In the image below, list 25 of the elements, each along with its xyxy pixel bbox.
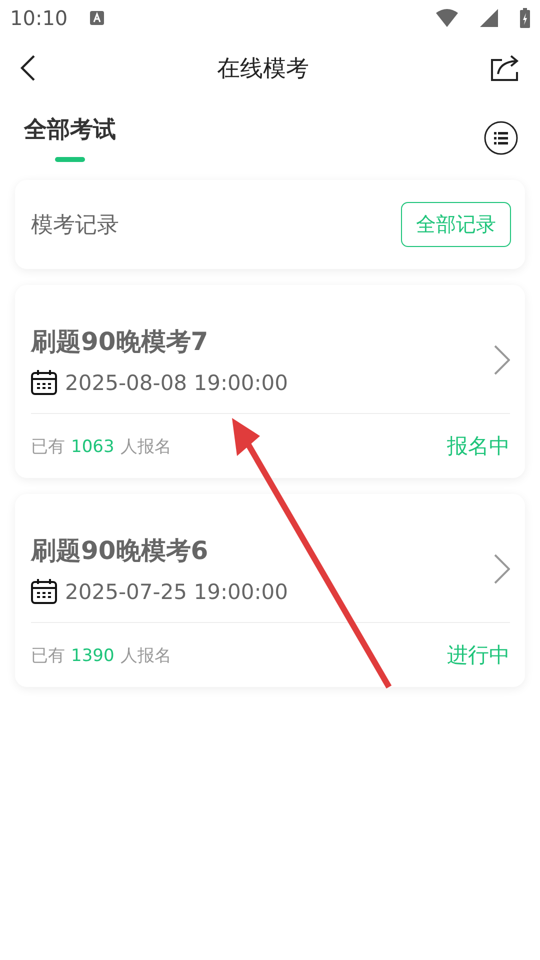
exam-title: 刷题90晚模考6 (31, 535, 210, 567)
battery-icon (520, 8, 530, 28)
share-icon[interactable] (490, 54, 520, 82)
exam-status: 报名中 (447, 433, 510, 460)
calendar-icon (31, 579, 57, 604)
chevron-icon (494, 554, 510, 584)
exam-date: 2025-07-25 19:00:00 (65, 580, 288, 604)
keyboard-icon (90, 11, 104, 25)
exam-card[interactable]: 刷题90晚模考6 2025-07-25 19:00:00 已有 1390 人报名 进行中 (15, 494, 525, 687)
calendar-icon (31, 370, 57, 395)
signup-count: 已有 1063 人报名 (31, 436, 172, 458)
exam-date: 2025-08-08 19:00:00 (65, 370, 288, 394)
list-icon[interactable] (484, 121, 518, 155)
exam-tab[interactable]: 全部考试 (24, 114, 116, 162)
page-title: 在线模考 (217, 54, 309, 84)
exam-status: 进行中 (447, 642, 510, 669)
exam-card[interactable]: 刷题90晚模考7 2025-08-08 19:00:00 已有 1063 人报名 报名中 (15, 285, 525, 478)
wifi-icon (436, 9, 458, 27)
signup-count: 已有 1390 人报名 (31, 644, 172, 666)
chevron-icon (494, 345, 510, 375)
exam-title: 刷题90晚模考7 (31, 326, 210, 358)
records-label: 模考记录 (31, 212, 119, 240)
signal-icon (480, 9, 498, 27)
status-time: 10:10 (10, 6, 68, 30)
back-icon[interactable] (20, 54, 36, 82)
